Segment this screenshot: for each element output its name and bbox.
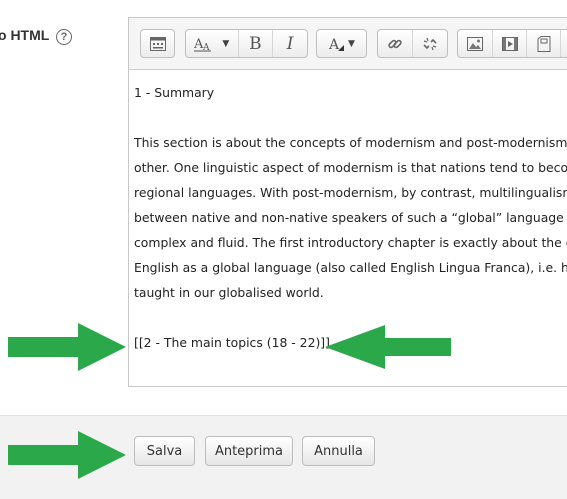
bold-button[interactable]: B <box>237 30 273 57</box>
arrow-left-icon <box>325 325 451 369</box>
content-line: complex and fluid. The first introductor… <box>134 235 567 250</box>
content-line: English as a global language (also calle… <box>134 260 567 275</box>
text-color-icon[interactable]: A ▼ <box>317 30 366 57</box>
unlink-icon[interactable] <box>412 30 446 57</box>
toolbar-group-media <box>457 29 567 58</box>
arrow-right-icon <box>8 431 126 479</box>
more-media-icon[interactable] <box>560 30 567 57</box>
content-line: other. One linguistic aspect of modernis… <box>134 160 567 175</box>
italic-icon: I <box>286 33 294 54</box>
toolbar-toggle-icon[interactable] <box>141 30 174 57</box>
content-line: This section is about the concepts of mo… <box>134 135 567 150</box>
question-circle-icon[interactable]: ? <box>56 29 72 45</box>
content-line: between native and non-native speakers o… <box>134 210 567 225</box>
image-icon[interactable] <box>458 30 492 57</box>
editor-toolbar: A A ▼ B I A ▼ <box>129 18 567 70</box>
content-heading: 1 - Summary <box>134 85 215 100</box>
field-label: o HTML <box>0 27 50 43</box>
toolbar-group-color: A ▼ <box>316 29 367 58</box>
cancel-button[interactable]: Annulla <box>302 436 375 466</box>
arrow-right-icon <box>8 323 126 371</box>
preview-button[interactable]: Anteprima <box>205 436 293 466</box>
content-line: taught in our globalised world. <box>134 285 324 300</box>
italic-button[interactable]: I <box>272 30 307 57</box>
toolbar-group-toggle <box>140 29 175 58</box>
editor-content[interactable]: 1 - Summary This section is about the co… <box>134 80 567 355</box>
video-icon[interactable] <box>492 30 526 57</box>
bold-icon: B <box>249 33 262 54</box>
file-icon[interactable] <box>526 30 560 57</box>
save-button[interactable]: Salva <box>134 436 195 466</box>
toolbar-group-links <box>377 29 448 58</box>
content-line: regional languages. With post-modernism,… <box>134 185 567 200</box>
link-icon[interactable] <box>378 30 412 57</box>
toolbar-group-font: A A ▼ B I <box>185 29 308 58</box>
font-size-icon[interactable]: A A ▼ <box>186 30 238 57</box>
svg-text:A: A <box>328 37 340 52</box>
